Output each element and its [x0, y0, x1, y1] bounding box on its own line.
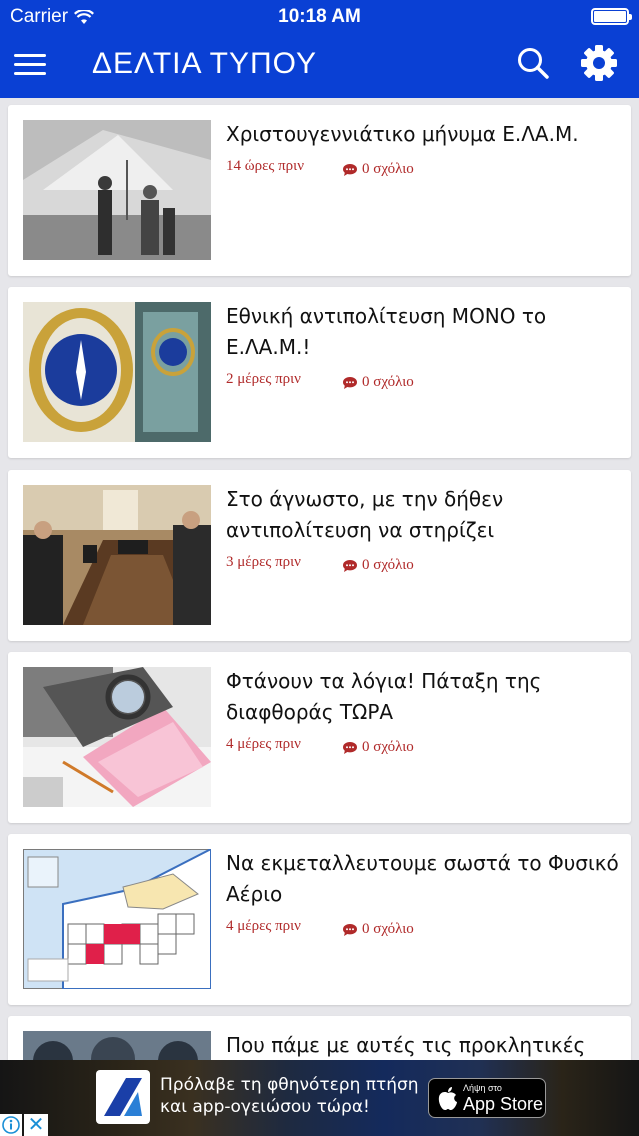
article-title[interactable]: Φτάνουν τα λόγια! Πάταξη της διαφθοράς Τ…	[226, 666, 621, 728]
comment-icon	[343, 923, 357, 936]
airline-logo	[96, 1070, 150, 1124]
article-title[interactable]: Χριστουγεννιάτικο μήνυμα Ε.ΛΑ.Μ.	[226, 119, 621, 150]
article-thumbnail	[23, 1031, 211, 1060]
nav-bar: ΔΕΛΤΙΑ ΤΥΠΟΥ	[0, 32, 639, 98]
comment-icon	[343, 376, 357, 389]
comment-count-label: 0 σχόλιο	[362, 161, 414, 177]
comment-count[interactable]: 0 σχόλιο	[343, 161, 414, 178]
article-card[interactable]: Στο άγνωστο, με την δήθεν αντιπολίτευση …	[8, 470, 631, 641]
article-feed[interactable]: Χριστουγεννιάτικο μήνυμα Ε.ΛΑ.Μ. 14 ώρες…	[0, 98, 639, 1060]
gear-icon[interactable]	[580, 44, 618, 82]
article-title[interactable]: Που πάμε με αυτές τις προκλητικές	[226, 1030, 621, 1060]
ad-line-1: Πρόλαβε τη φθηνότερη πτήση	[160, 1075, 419, 1095]
comment-icon	[343, 163, 357, 176]
page-title: ΔΕΛΤΙΑ ΤΥΠΟΥ	[92, 47, 318, 80]
article-time: 4 μέρες πριν	[226, 918, 301, 934]
article-title[interactable]: Στο άγνωστο, με την δήθεν αντιπολίτευση …	[226, 484, 621, 546]
status-bar: Carrier 10:18 AM	[0, 0, 639, 32]
ad-line-2: και app-ογειώσου τώρα!	[160, 1097, 370, 1117]
apple-icon	[438, 1087, 457, 1110]
store-name: App Store	[463, 1094, 544, 1114]
article-time: 4 μέρες πριν	[226, 736, 301, 752]
article-thumbnail	[23, 849, 211, 989]
article-card[interactable]: Να εκμεταλλευτουμε σωστά το Φυσικό Αέριο…	[8, 834, 631, 1005]
clock: 10:18 AM	[278, 6, 361, 27]
article-thumbnail	[23, 485, 211, 625]
battery-icon	[591, 8, 632, 25]
article-card[interactable]: Που πάμε με αυτές τις προκλητικές	[8, 1016, 631, 1060]
comment-count-label: 0 σχόλιο	[362, 374, 414, 390]
close-icon[interactable]: ✕	[24, 1114, 48, 1136]
article-thumbnail	[23, 302, 211, 442]
comment-count-label: 0 σχόλιο	[362, 739, 414, 755]
article-card[interactable]: Εθνική αντιπολίτευση ΜΟΝΟ το Ε.ΛΑ.Μ.! 2 …	[8, 287, 631, 458]
app-store-button[interactable]: Λήψη στο App Store	[428, 1078, 546, 1118]
ad-banner[interactable]: Πρόλαβε τη φθηνότερη πτήση και app-ογειώ…	[0, 1060, 639, 1136]
search-icon[interactable]	[516, 46, 550, 80]
store-caption: Λήψη στο	[463, 1083, 502, 1093]
comment-count[interactable]: 0 σχόλιο	[343, 557, 414, 574]
comment-count[interactable]: 0 σχόλιο	[343, 374, 414, 391]
article-time: 14 ώρες πριν	[226, 158, 304, 174]
article-thumbnail	[23, 120, 211, 260]
article-title[interactable]: Εθνική αντιπολίτευση ΜΟΝΟ το Ε.ΛΑ.Μ.!	[226, 301, 621, 363]
comment-count[interactable]: 0 σχόλιο	[343, 739, 414, 756]
ad-text: Πρόλαβε τη φθηνότερη πτήση και app-ογειώ…	[160, 1074, 420, 1118]
article-card[interactable]: Φτάνουν τα λόγια! Πάταξη της διαφθοράς Τ…	[8, 652, 631, 823]
article-thumbnail	[23, 667, 211, 807]
comment-count-label: 0 σχόλιο	[362, 921, 414, 937]
comment-icon	[343, 559, 357, 572]
comment-icon	[343, 741, 357, 754]
menu-icon[interactable]	[14, 52, 48, 78]
info-icon[interactable]	[0, 1114, 22, 1136]
article-title[interactable]: Να εκμεταλλευτουμε σωστά το Φυσικό Αέριο	[226, 848, 621, 910]
article-time: 2 μέρες πριν	[226, 371, 301, 387]
comment-count[interactable]: 0 σχόλιο	[343, 921, 414, 938]
article-card[interactable]: Χριστουγεννιάτικο μήνυμα Ε.ΛΑ.Μ. 14 ώρες…	[8, 105, 631, 276]
article-time: 3 μέρες πριν	[226, 554, 301, 570]
comment-count-label: 0 σχόλιο	[362, 557, 414, 573]
